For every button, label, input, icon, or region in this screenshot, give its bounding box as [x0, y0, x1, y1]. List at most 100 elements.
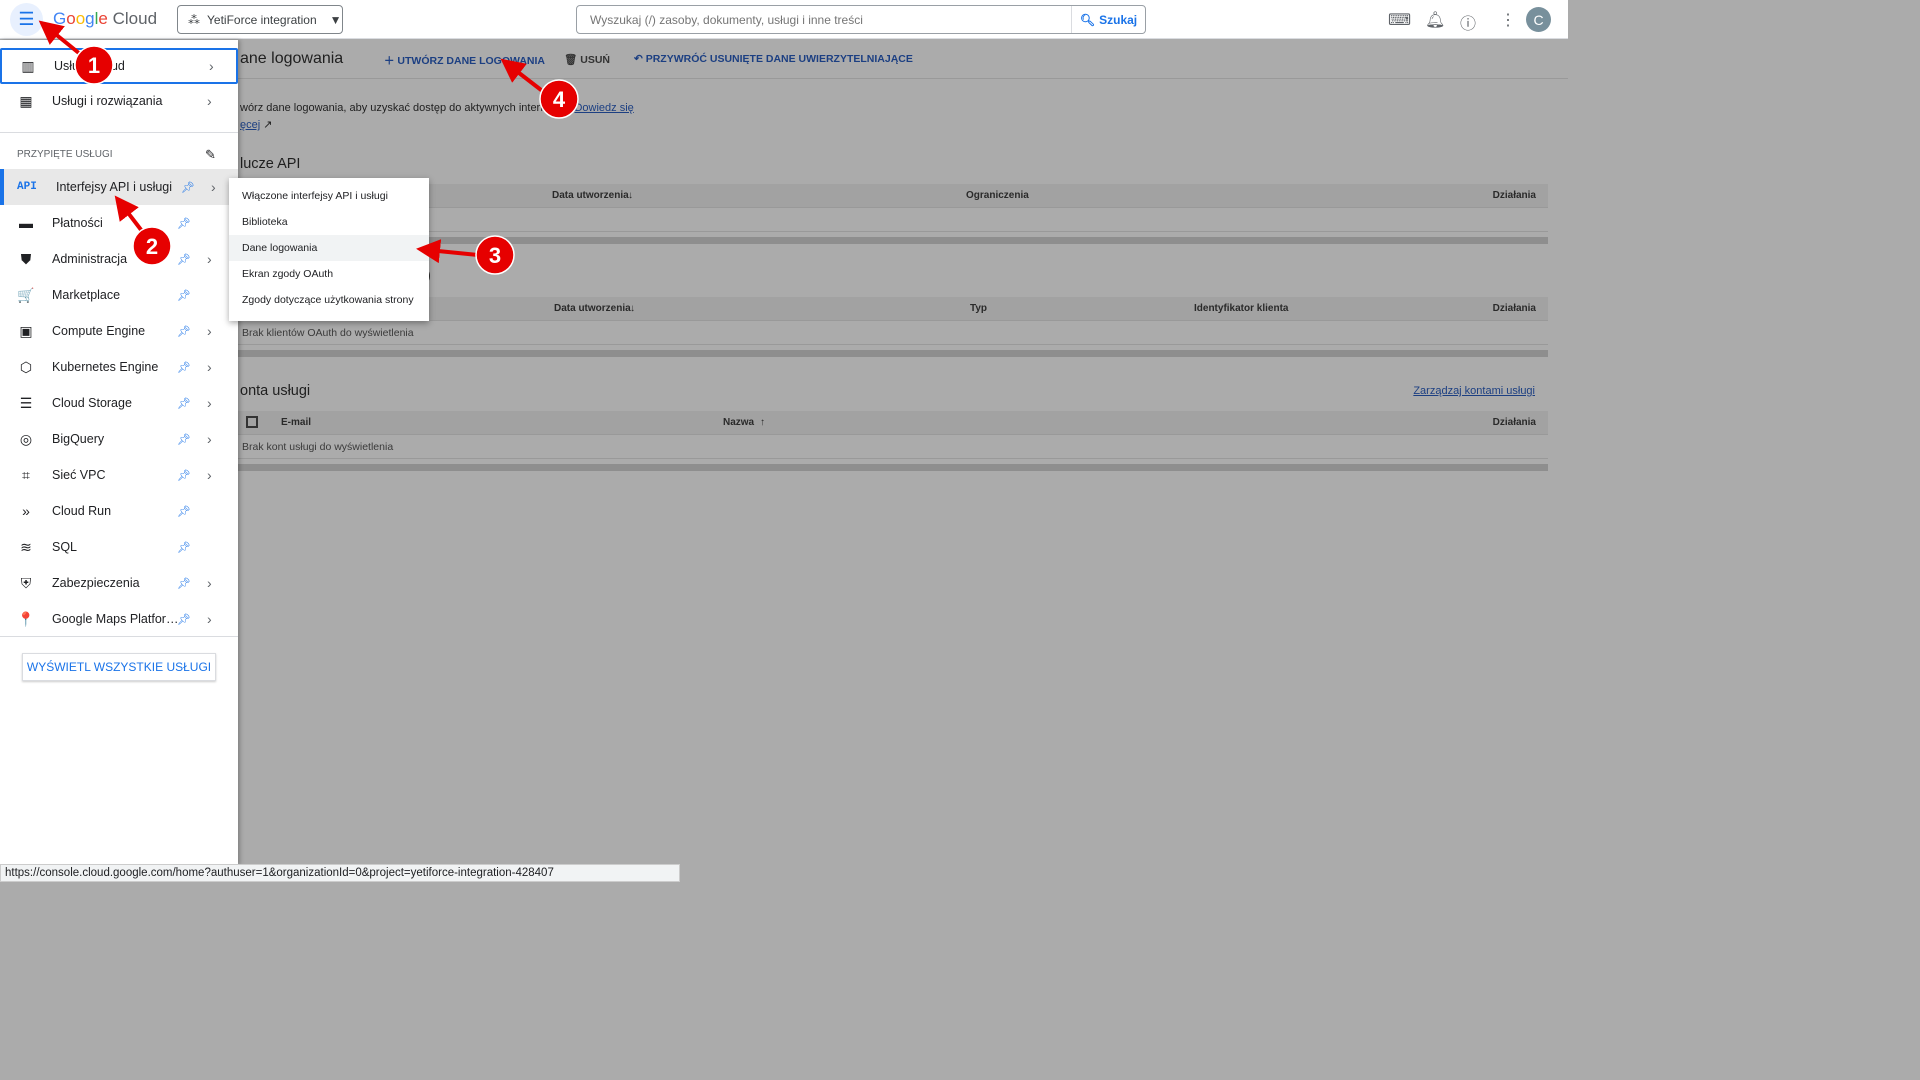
menu-item-oauth-consent[interactable]: Ekran zgody OAuth — [229, 261, 429, 287]
sidebar-item-marketplace[interactable]: 🛒 Marketplace 📌︎ — [0, 277, 238, 313]
empty-row: Brak kont usługi do wyświetlenia — [238, 435, 1548, 459]
bell-icon[interactable]: 🔔︎ — [1425, 10, 1445, 30]
empty-row: Brak klientów OAuth do wyświetlenia — [238, 321, 1548, 345]
delete-button[interactable]: 🗑︎ USUŃ — [564, 53, 610, 66]
menu-icon[interactable]: ☰ — [10, 3, 43, 36]
sidebar-item-administracja[interactable]: ⛊ Administracja 📌︎ › — [0, 241, 238, 277]
create-credentials-button[interactable]: ＋ UTWÓRZ DANE LOGOWANIA — [384, 53, 545, 68]
pin-icon[interactable]: 📌︎ — [177, 397, 191, 410]
status-bar-url: https://console.cloud.google.com/home?au… — [0, 864, 680, 882]
navigation-menu: ▥ Usługi Cloud › ▦ Usługi i rozwiązania › PR… — [0, 40, 238, 865]
sidebar-item-bigquery[interactable]: ◎ BigQuery 📌︎ › — [0, 421, 238, 457]
chevron-right-icon[interactable]: › — [207, 323, 212, 339]
pin-icon[interactable]: 📌︎ — [177, 577, 191, 590]
restore-button[interactable]: ↶ PRZYWRÓĆ USUNIĘTE DANE UWIERZYTELNIAJĄ… — [634, 53, 913, 65]
chevron-right-icon: › — [207, 93, 212, 109]
service-icon: ☰ — [19, 394, 33, 411]
scrollbar[interactable] — [238, 350, 1548, 357]
pinned-header: PRZYPIĘTE USŁUGI — [17, 149, 113, 160]
pin-icon[interactable]: 📌︎ — [177, 217, 191, 230]
description: wórz dane logowania, aby uzyskać dostęp … — [240, 102, 634, 131]
search-button[interactable]: 🔍︎ Szukaj — [1071, 6, 1145, 33]
pin-icon[interactable]: 📌︎ — [177, 361, 191, 374]
scrollbar[interactable] — [238, 237, 1548, 244]
learn-more-link[interactable]: Dowiedz się — [574, 102, 633, 114]
service-icon: 📍 — [17, 610, 35, 627]
google-cloud-logo[interactable]: Google Cloud — [53, 9, 157, 29]
service-icon: ≋ — [20, 538, 32, 555]
oauth-header: Data utworzenia ↓ Typ Identyfikator klien… — [238, 297, 1548, 321]
sidebar-item-cloud-services[interactable]: ▥ Usługi Cloud › — [0, 48, 238, 84]
sidebar-item-solutions[interactable]: ▦ Usługi i rozwiązania › — [0, 83, 238, 119]
more-icon[interactable]: ⋮ — [1500, 10, 1516, 30]
pin-icon[interactable]: 📌︎ — [177, 469, 191, 482]
help-icon[interactable]: ⓘ — [1460, 10, 1476, 34]
sidebar-item-cloud-storage[interactable]: ☰ Cloud Storage 📌︎ › — [0, 385, 238, 421]
top-bar: ☰ Google Cloud ⁂YetiForce integration▼ 🔍… — [0, 0, 1568, 39]
sidebar-item-kubernetes-engine[interactable]: ⬡ Kubernetes Engine 📌︎ › — [0, 349, 238, 385]
divider — [238, 78, 1568, 79]
menu-item-library[interactable]: Biblioteka — [229, 209, 429, 235]
chevron-right-icon[interactable]: › — [207, 575, 212, 591]
cloud-shell-icon[interactable]: ⌨ — [1388, 10, 1411, 30]
grid-icon: ▦ — [19, 92, 33, 109]
sidebar-item-p-atno-ci[interactable]: ▬ Płatności 📌︎ — [0, 205, 238, 241]
search-input[interactable] — [577, 12, 1071, 27]
page-title: ane logowania — [240, 50, 344, 67]
pin-icon[interactable]: 📌︎ — [177, 613, 191, 626]
service-icon: 🛒 — [17, 286, 35, 303]
manage-service-accounts-link[interactable]: Zarządzaj kontami usługi — [1413, 385, 1535, 397]
project-selector[interactable]: ⁂ YetiForce integration ▼ — [177, 5, 343, 34]
search-box: 🔍︎Szukaj — [576, 5, 1146, 34]
service-icon: ⬡ — [19, 358, 33, 375]
service-icon: ⛊ — [20, 250, 32, 267]
service-icon: ⛨ — [20, 574, 32, 591]
service-accounts-title: onta usługi — [240, 383, 311, 399]
sidebar-item-sie-vpc[interactable]: ⌗ Sieć VPC 📌︎ › — [0, 457, 238, 493]
pin-icon[interactable]: 📌︎ — [177, 541, 191, 554]
sidebar-item-zabezpieczenia[interactable]: ⛨ Zabezpieczenia 📌︎ › — [0, 565, 238, 601]
chevron-right-icon[interactable]: › — [207, 359, 212, 375]
chevron-right-icon[interactable]: › — [207, 395, 212, 411]
pin-icon[interactable]: 📌︎ — [177, 253, 191, 266]
sidebar-item-google-maps-platfor-[interactable]: 📍 Google Maps Platfor… 📌︎ › — [0, 601, 238, 637]
pin-icon[interactable]: 📌︎ — [177, 433, 191, 446]
api-submenu: Włączone interfejsy API i usługi Bibliot… — [229, 178, 429, 321]
dashboard-icon: ▥ — [21, 57, 35, 74]
service-icon: » — [22, 503, 30, 519]
menu-item-page-usage[interactable]: Zgody dotyczące użytkowania strony — [229, 287, 429, 313]
chevron-right-icon[interactable]: › — [211, 179, 216, 195]
sidebar-item-cloud-run[interactable]: » Cloud Run 📌︎ — [0, 493, 238, 529]
sidebar-item-compute-engine[interactable]: ▣ Compute Engine 📌︎ › — [0, 313, 238, 349]
service-icon: ⌗ — [22, 466, 30, 483]
project-icon: ⁂ — [188, 12, 200, 27]
chevron-right-icon[interactable]: › — [207, 467, 212, 483]
chevron-right-icon: › — [209, 58, 214, 74]
pin-icon[interactable]: 📌︎ — [181, 181, 195, 194]
chevron-right-icon[interactable]: › — [207, 611, 212, 627]
select-all-checkbox[interactable] — [246, 416, 258, 428]
api-keys-header: Data utworzenia ↓ Ograniczenia Działania — [238, 184, 1548, 208]
sidebar-item-sql[interactable]: ≋ SQL 📌︎ — [0, 529, 238, 565]
avatar[interactable]: C — [1526, 7, 1551, 32]
pin-icon[interactable]: 📌︎ — [177, 325, 191, 338]
table-row — [238, 208, 1548, 232]
chevron-right-icon[interactable]: › — [207, 431, 212, 447]
sidebar-item-interfejsy-api-i-us-ugi[interactable]: API Interfejsy API i usługi 📌︎ › — [0, 169, 238, 205]
pin-icon[interactable]: 📌︎ — [177, 505, 191, 518]
search-icon: 🔍︎ — [1079, 12, 1096, 27]
api-keys-title: lucze API — [240, 156, 301, 172]
service-icon: ◎ — [19, 430, 33, 447]
caret-down-icon: ▼ — [329, 12, 342, 27]
view-all-services-button[interactable]: WYŚWIETL WSZYSTKIE USŁUGI — [22, 653, 216, 681]
external-link-icon: ↗ — [263, 119, 273, 131]
scrollbar[interactable] — [238, 464, 1548, 471]
service-icon: API — [17, 181, 37, 193]
chevron-right-icon[interactable]: › — [207, 251, 212, 267]
edit-icon[interactable]: ✎ — [205, 147, 216, 163]
menu-item-enabled-apis[interactable]: Włączone interfejsy API i usługi — [229, 183, 429, 209]
sa-header: E-mail Nazwa ↑ Działania — [238, 411, 1548, 435]
menu-item-credentials[interactable]: Dane logowania — [229, 235, 429, 261]
service-icon: ▬ — [19, 215, 33, 231]
pin-icon[interactable]: 📌︎ — [177, 289, 191, 302]
